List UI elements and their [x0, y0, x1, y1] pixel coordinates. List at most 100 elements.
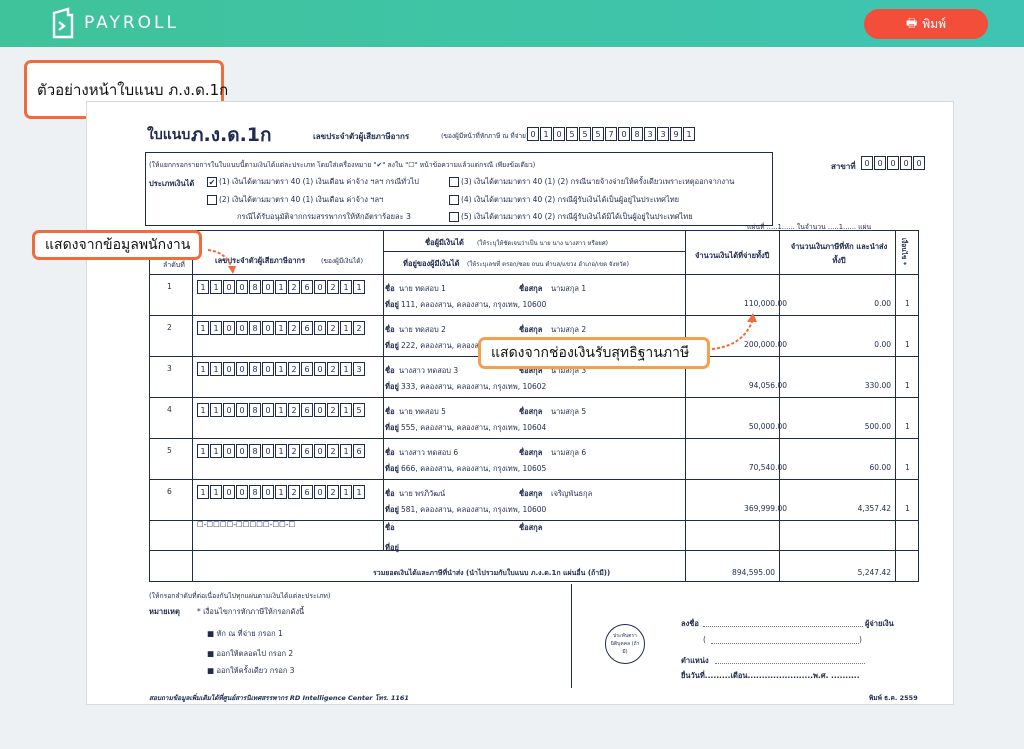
employee-taxid-digit: 0 — [236, 362, 248, 376]
employee-surname: นามสกุล 1 — [551, 284, 587, 293]
employee-taxid-digit: 1 — [275, 444, 287, 458]
option-1[interactable]: ✔ (1) เงินได้ตามมาตรา 40 (1) เงินเดือน ค่… — [207, 176, 419, 188]
tax-amount: 500.00 — [864, 422, 891, 431]
employee-taxid-boxes: 1100801260216 — [197, 444, 366, 458]
employee-taxid-digit: 2 — [327, 485, 339, 499]
sign-label: ลงชื่อ — [681, 619, 699, 628]
employee-taxid-digit: 0 — [223, 403, 235, 417]
checkbox-icon[interactable] — [449, 212, 459, 222]
employee-taxid-digit: 2 — [288, 444, 300, 458]
employer-taxid-digit: 8 — [631, 127, 643, 141]
employee-surname: นามสกุล 5 — [551, 407, 587, 416]
employee-address: 581, คลองสาน, คลองสาน, กรุงเทพ, 10600 — [401, 505, 547, 514]
employer-taxid-digit: 5 — [579, 127, 591, 141]
option-3[interactable]: (3) เงินได้ตามมาตรา 40 (1) (2) กรณีนายจ้… — [449, 176, 734, 188]
employee-taxid-digit: 2 — [288, 280, 300, 294]
employee-taxid-digit: 0 — [236, 485, 248, 499]
branch-digit: 0 — [887, 156, 899, 170]
employee-taxid-digit: 8 — [249, 403, 261, 417]
employer-taxid-digit: 9 — [670, 127, 682, 141]
address-label: ที่อยู่ — [385, 341, 399, 350]
company-seal: ประทับตรา นิติบุคคล (ถ้ามี) — [605, 624, 645, 664]
employee-taxid-digit: 5 — [353, 403, 365, 417]
name-label: ชื่อ — [385, 325, 395, 334]
remark-1: ■ หัก ณ ที่จ่าย กรอก 1 — [207, 629, 283, 638]
employee-taxid-digit: 1 — [197, 280, 209, 294]
col-addr-note: (ให้ระบุเลขที่ ตรอก/ซอย ถนน ตำบล/แขวง อำ… — [467, 261, 629, 268]
employee-address: 111, คลองสาน, คลองสาน, กรุงเทพ, 10600 — [401, 300, 547, 309]
employee-taxid-digit: 1 — [197, 485, 209, 499]
address-label: ที่อยู่ — [385, 505, 399, 514]
checkbox-icon[interactable] — [449, 177, 459, 187]
employee-taxid-digit: 0 — [262, 403, 274, 417]
employee-taxid-digit: 0 — [236, 321, 248, 335]
option-4[interactable]: (4) เงินได้ตามมาตรา 40 (2) กรณีผู้รับเงิ… — [449, 194, 679, 206]
condition-code: 1 — [905, 504, 910, 513]
top-bar: PAYROLL 🖶 พิมพ์ — [0, 0, 1024, 47]
employee-taxid-digit: 1 — [197, 362, 209, 376]
employer-taxid-digit: 3 — [657, 127, 669, 141]
footer-note: (ให้กรอกลำดับที่ต่อเนื่องกันไปทุกแผ่นตาม… — [149, 592, 331, 600]
employee-taxid-digit: 0 — [223, 362, 235, 376]
condition-code: 1 — [905, 381, 910, 390]
checkbox-icon[interactable] — [449, 195, 459, 205]
employee-taxid-digit: 0 — [223, 485, 235, 499]
brand-name: PAYROLL — [84, 13, 179, 33]
surname-label: ชื่อสกุล — [519, 448, 543, 457]
employer-taxid-note: (ของผู้มีหน้าที่หักภาษี ณ ที่จ่าย) — [441, 132, 529, 140]
employee-taxid-digit: 1 — [210, 485, 222, 499]
option-5[interactable]: (5) เงินได้ตามมาตรา 40 (2) กรณีผู้รับเงิ… — [449, 211, 693, 223]
employee-taxid-digit: 1 — [210, 444, 222, 458]
tax-amount: 60.00 — [869, 463, 891, 472]
empty-name-label: ชื่อ — [385, 523, 395, 532]
employer-taxid-digit: 5 — [592, 127, 604, 141]
paid-amount: 70,540.00 — [748, 463, 787, 472]
employer-taxid-boxes: 0105557083391 — [527, 127, 696, 141]
checkbox-icon[interactable] — [207, 195, 217, 205]
employee-taxid-digit: 0 — [236, 444, 248, 458]
branch-digit: 0 — [874, 156, 886, 170]
position-label: ตำแหน่ง — [681, 656, 709, 665]
col-addr-header: ที่อยู่ของผู้มีเงินได้ — [403, 259, 460, 268]
print-date: พิมพ์ ธ.ค. 2559 — [869, 694, 918, 702]
employee-taxid-digit: 2 — [288, 321, 300, 335]
payroll-logo[interactable]: PAYROLL — [50, 7, 179, 39]
option-2[interactable]: (2) เงินได้ตามมาตรา 40 (1) เงินเดือน ค่า… — [207, 194, 383, 206]
print-button[interactable]: 🖶 พิมพ์ — [864, 9, 988, 39]
employee-taxid-digit: 2 — [327, 444, 339, 458]
employee-name: นางสาว ทดสอบ 3 — [399, 366, 459, 375]
employee-taxid-digit: 1 — [210, 403, 222, 417]
employee-taxid-digit: 1 — [275, 362, 287, 376]
employee-taxid-digit: 1 — [340, 321, 352, 335]
employee-taxid-digit: 1 — [275, 280, 287, 294]
paid-amount: 110,000.00 — [744, 299, 787, 308]
branch-digit: 0 — [900, 156, 912, 170]
employee-taxid-digit: 1 — [197, 444, 209, 458]
employee-name: นาย ทดสอบ 2 — [399, 325, 446, 334]
employee-taxid-digit: 1 — [340, 444, 352, 458]
row-number: 2 — [167, 323, 172, 332]
paid-amount: 50,000.00 — [748, 422, 787, 431]
surname-label: ชื่อสกุล — [519, 284, 543, 293]
employee-taxid-digit: 0 — [223, 444, 235, 458]
employee-name: นาย พรภิวัฒน์ — [399, 489, 446, 498]
employer-taxid-digit: 1 — [540, 127, 552, 141]
condition-code: 1 — [905, 422, 910, 431]
employee-taxid-digit: 1 — [340, 280, 352, 294]
form-title-prefix: ใบแนบ — [147, 127, 191, 143]
surname-label: ชื่อสกุล — [519, 489, 543, 498]
employee-taxid-digit: 1 — [197, 403, 209, 417]
employee-taxid-boxes: 1100801260215 — [197, 403, 366, 417]
col-name-note: (ให้ระบุให้ชัดเจนว่าเป็น นาย นาง นางสาว … — [477, 240, 608, 247]
address-label: ที่อยู่ — [385, 423, 399, 432]
checkbox-checked-icon[interactable]: ✔ — [207, 177, 217, 187]
name-label: ชื่อ — [385, 489, 395, 498]
employee-taxid-digit: 0 — [262, 362, 274, 376]
form-title-code: ภ.ง.ด.1ก — [191, 124, 272, 146]
employee-surname: นามสกุล 2 — [551, 325, 587, 334]
branch-digit: 0 — [913, 156, 925, 170]
employee-taxid-digit: 0 — [223, 280, 235, 294]
employee-taxid-digit: 1 — [210, 280, 222, 294]
employee-taxid-digit: 1 — [340, 403, 352, 417]
employee-taxid-digit: 2 — [353, 321, 365, 335]
